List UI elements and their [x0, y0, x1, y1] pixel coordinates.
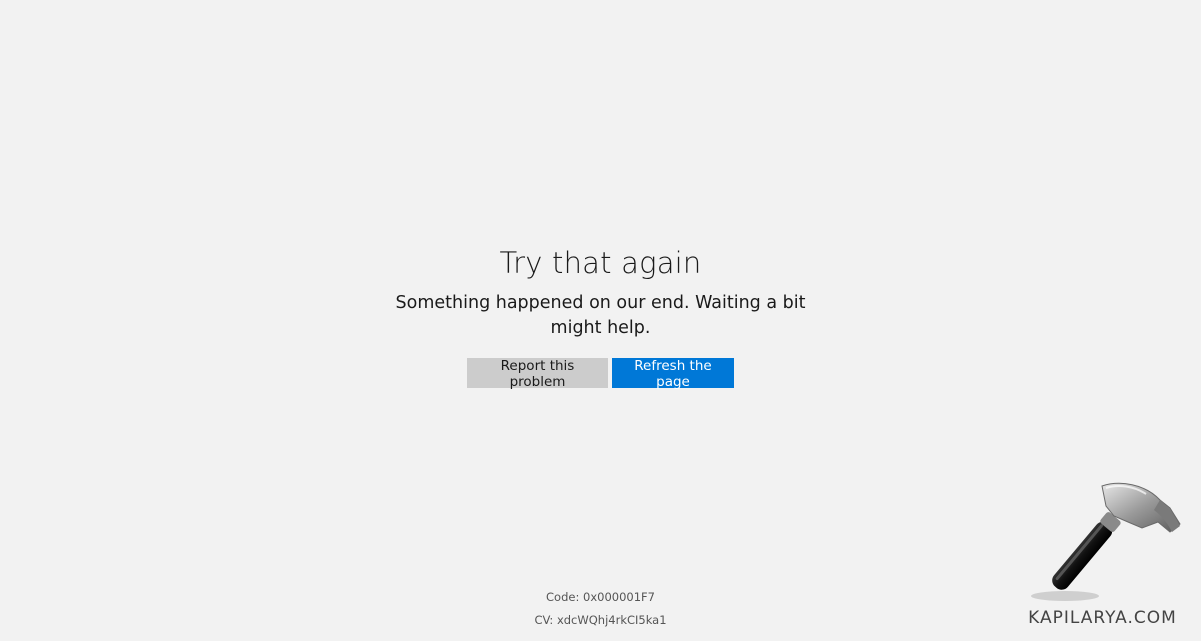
- error-actions: Report this problem Refresh the page: [0, 358, 1201, 390]
- hammer-icon: [1031, 482, 1181, 601]
- error-message: Something happened on our end. Waiting a…: [395, 293, 806, 338]
- report-problem-button[interactable]: Report this problem: [467, 358, 608, 390]
- error-title: Try that again: [499, 246, 702, 280]
- refresh-page-button[interactable]: Refresh the page: [612, 358, 734, 390]
- error-panel: Try that again Something happened on our…: [0, 243, 1201, 390]
- watermark: KAPILARYA.COM: [1010, 478, 1195, 628]
- watermark-text: KAPILARYA.COM: [1028, 608, 1177, 628]
